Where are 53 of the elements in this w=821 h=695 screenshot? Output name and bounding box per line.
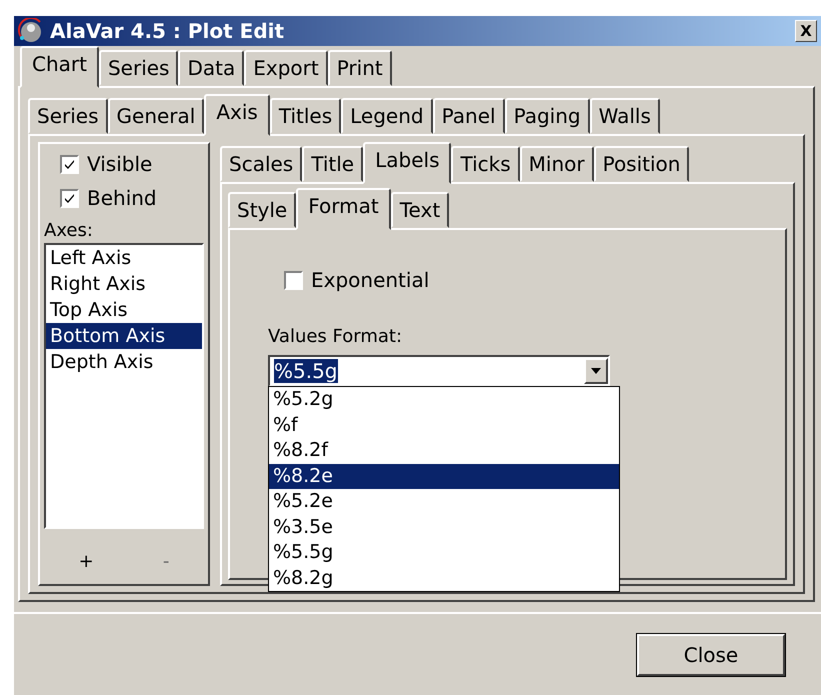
checkbox-label: Exponential — [311, 268, 430, 292]
dropdown-option[interactable]: %8.2g — [269, 566, 619, 591]
tab[interactable]: Legend — [341, 98, 433, 134]
tab[interactable]: Print — [328, 50, 392, 86]
window-title: AlaVar 4.5 : Plot Edit — [50, 19, 286, 43]
tab[interactable]: Chart — [20, 46, 99, 88]
dropdown-option[interactable]: %3.5e — [269, 514, 619, 540]
dropdown-option[interactable]: %f — [269, 412, 619, 438]
axes-label: Axes: — [44, 220, 94, 241]
tab[interactable]: Axis — [204, 94, 270, 136]
tab[interactable]: Scales — [220, 146, 302, 182]
list-item[interactable]: Depth Axis — [46, 349, 202, 375]
list-item[interactable]: Top Axis — [46, 297, 202, 323]
dropdown-arrow-button[interactable] — [584, 358, 608, 384]
tab[interactable]: Format — [296, 188, 391, 230]
dropdown-option[interactable]: %8.2f — [269, 438, 619, 464]
tab[interactable]: Text — [390, 192, 450, 228]
tab[interactable]: Series — [98, 50, 178, 86]
tab[interactable]: Walls — [590, 98, 660, 134]
dropdown-option[interactable]: %5.2g — [269, 387, 619, 412]
checkbox[interactable] — [60, 154, 79, 174]
dropdown-option[interactable]: %5.5g — [269, 540, 619, 566]
caret-icon — [591, 368, 601, 374]
tab[interactable]: Titles — [270, 98, 342, 134]
tab[interactable]: Position — [594, 146, 690, 182]
checkbox-label: Visible — [87, 152, 152, 176]
checkbox[interactable] — [284, 270, 303, 290]
dropdown-option[interactable]: %5.2e — [269, 489, 619, 514]
list-item[interactable]: Right Axis — [46, 271, 202, 297]
list-item[interactable]: Bottom Axis — [46, 323, 202, 349]
tab[interactable]: Panel — [432, 98, 505, 134]
tab[interactable]: Style — [228, 192, 296, 228]
add-button[interactable]: + — [74, 551, 98, 572]
tab[interactable]: Series — [28, 98, 108, 134]
check-icon — [64, 158, 75, 170]
app-logo-icon — [18, 18, 44, 44]
tab[interactable]: General — [108, 98, 204, 134]
check-icon — [64, 192, 75, 204]
tab[interactable]: Labels — [363, 142, 452, 184]
tab[interactable]: Minor — [520, 146, 594, 182]
tab[interactable]: Export — [244, 50, 328, 86]
tab[interactable]: Title — [302, 146, 364, 182]
list-item[interactable]: Left Axis — [46, 245, 202, 271]
checkbox-label: Behind — [87, 186, 157, 210]
dropdown-option[interactable]: %8.2e — [269, 464, 619, 489]
format-combo-box[interactable]: %5.5g — [268, 355, 610, 387]
values-format-label: Values Format: — [268, 326, 402, 347]
window-close-icon-button[interactable]: X — [795, 20, 817, 42]
checkbox[interactable] — [60, 188, 79, 208]
close-dialog-button[interactable]: Close — [637, 634, 785, 676]
tab[interactable]: Ticks — [451, 146, 520, 182]
tab[interactable]: Data — [178, 50, 244, 86]
tab[interactable]: Paging — [504, 98, 590, 134]
